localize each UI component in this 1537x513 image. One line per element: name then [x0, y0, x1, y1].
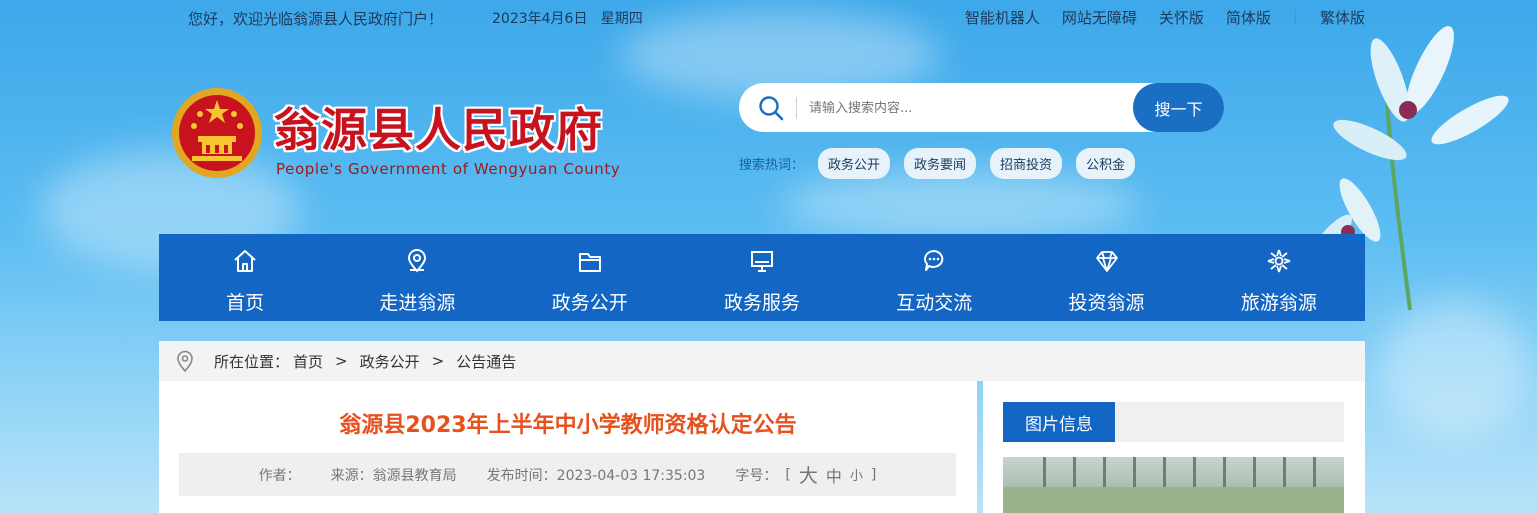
monitor-icon [750, 251, 773, 272]
breadcrumb-prefix: 所在位置： [214, 352, 290, 371]
breadcrumb-separator: > [335, 352, 348, 370]
nav-item-label: 旅游翁源 [1240, 292, 1317, 314]
breadcrumb-announcements[interactable]: 公告通告 [456, 351, 516, 372]
care-version-link[interactable]: 关怀版 [1159, 7, 1204, 28]
background-cloud [1380, 300, 1530, 440]
font-size-medium-button[interactable]: 中 [826, 463, 842, 487]
article-panel: 翁源县2023年上半年中小学教师资格认定公告 作者： 来源：翁源县教育局 发布时… [159, 381, 977, 513]
main-nav: 首页 走进翁源 政务公开 政务服务 互动交流 投资翁源 旅游翁源 [159, 234, 1365, 321]
top-links: 智能机器人 网站无障碍 关怀版 简体版 | 繁体版 [965, 7, 1365, 28]
link-divider: | [1292, 7, 1298, 25]
site-subtitle: People's Government of Wengyuan County [276, 160, 621, 178]
hot-tag[interactable]: 政务要闻 [904, 148, 977, 179]
nav-item-gov-affairs[interactable]: 政务公开 [504, 234, 676, 321]
breadcrumb-separator: > [431, 352, 445, 370]
article-title: 翁源县2023年上半年中小学教师资格认定公告 [339, 413, 797, 438]
nav-item-label: 走进翁源 [379, 292, 456, 314]
site-logo[interactable]: 翁源县人民政府 People's Government of Wengyuan … [170, 82, 640, 187]
font-size-small-button[interactable]: 小 [850, 465, 863, 484]
welcome-text: 您好，欢迎光临翁源县人民政府门户！ [188, 10, 444, 28]
breadcrumb-home[interactable]: 首页 [293, 351, 323, 372]
nav-item-tourism[interactable]: 旅游翁源 [1193, 234, 1365, 321]
article-meta: 作者： 来源：翁源县教育局 发布时间：2023-04-03 17:35:03 字… [179, 453, 956, 496]
font-size-large-button[interactable]: 大 [799, 461, 818, 488]
breadcrumb-gov-affairs[interactable]: 政务公开 [360, 351, 420, 372]
sidebar-header: 图片信息 [1003, 402, 1344, 442]
current-date: 2023年4月6日 星期四 [492, 11, 643, 27]
hot-keywords-label: 搜索热词： [739, 158, 805, 173]
top-bar: 您好，欢迎光临翁源县人民政府门户！ 2023年4月6日 星期四 智能机器人 网站… [0, 0, 1537, 36]
background-cloud [780, 170, 1140, 240]
sidebar: 图片信息 [983, 381, 1365, 513]
diamond-icon [1095, 251, 1118, 272]
nav-item-interaction[interactable]: 互动交流 [848, 234, 1020, 321]
nav-item-label: 政务公开 [551, 292, 628, 314]
search-box: 搜一下 [739, 83, 1224, 132]
tab-picture-info[interactable]: 图片信息 [1003, 402, 1115, 442]
traditional-chinese-link[interactable]: 繁体版 [1320, 7, 1365, 28]
hot-tag[interactable]: 招商投资 [990, 148, 1063, 179]
nav-item-about[interactable]: 走进翁源 [331, 234, 503, 321]
hot-tag[interactable]: 政务公开 [818, 148, 891, 179]
nav-item-label: 投资翁源 [1068, 292, 1145, 314]
simplified-chinese-link[interactable]: 简体版 [1226, 7, 1271, 28]
flower-icon [1267, 249, 1291, 273]
robot-link[interactable]: 智能机器人 [965, 7, 1040, 28]
search-divider [796, 97, 797, 119]
article-publish-time: 发布时间：2023-04-03 17:35:03 [486, 467, 706, 484]
nav-item-home[interactable]: 首页 [159, 234, 331, 321]
nav-item-investment[interactable]: 投资翁源 [1020, 234, 1192, 321]
nav-item-gov-service[interactable]: 政务服务 [676, 234, 848, 321]
site-title: 翁源县人民政府 [274, 103, 603, 157]
article-source: 来源：翁源县教育局 [330, 467, 457, 484]
search-button[interactable]: 搜一下 [1133, 83, 1224, 132]
location-pin-icon [177, 350, 193, 372]
national-emblem-icon [172, 88, 262, 178]
nav-item-label: 互动交流 [896, 292, 973, 314]
font-size-label: 字号： [735, 467, 778, 484]
folder-icon [578, 253, 601, 272]
bracket-close: ] [870, 466, 877, 483]
picture-thumbnail[interactable] [1003, 457, 1344, 513]
nav-item-label: 首页 [226, 292, 265, 314]
search-input[interactable] [809, 93, 1129, 123]
hot-keywords: 搜索热词： 政务公开 政务要闻 招商投资 公积金 [739, 148, 1136, 179]
bracket-open: [ [785, 466, 791, 483]
nav-item-label: 政务服务 [723, 292, 800, 314]
location-pin-icon [408, 249, 427, 273]
accessibility-link[interactable]: 网站无障碍 [1062, 7, 1137, 28]
font-size-control: 字号： [ 大 中 小 ] [735, 461, 876, 488]
article-author: 作者： [258, 467, 301, 484]
search-icon [759, 96, 784, 121]
chat-bubble-icon [924, 250, 944, 271]
hot-tag[interactable]: 公积金 [1076, 148, 1136, 179]
home-icon [234, 250, 256, 272]
breadcrumb: 所在位置： 首页 > 政务公开 > 公告通告 [159, 341, 1365, 381]
